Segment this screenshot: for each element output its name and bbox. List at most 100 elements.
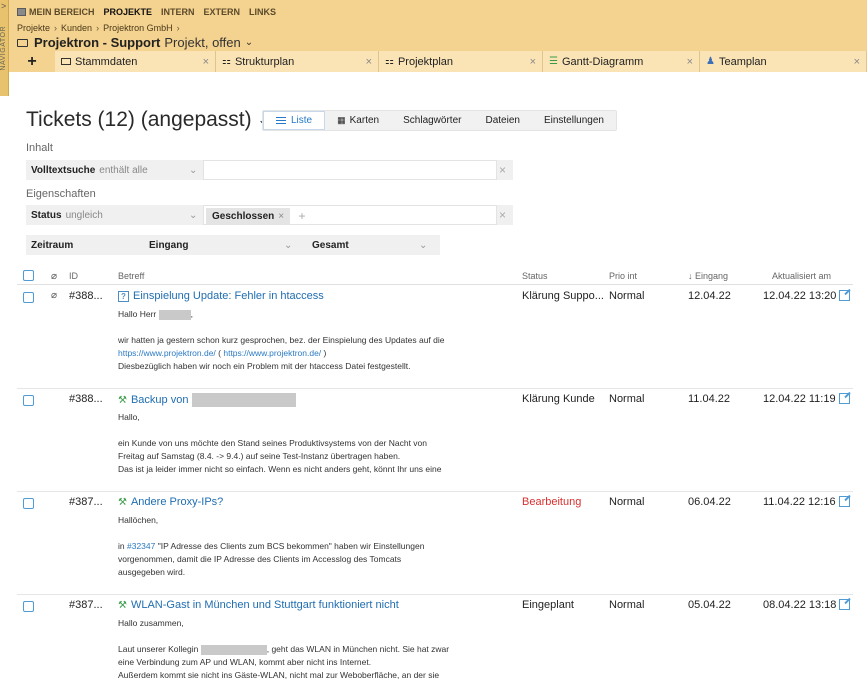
col-status[interactable]: Status — [522, 271, 548, 281]
add-icon[interactable]: + — [296, 209, 308, 223]
table-row[interactable]: ⌀ #388... ? Einspielung Update: Fehler in… — [17, 286, 853, 389]
nav-projekte[interactable]: PROJEKTE — [104, 7, 153, 17]
breadcrumb-separator: › — [96, 23, 100, 33]
ticket-subject[interactable]: ⚒ Backup von — [118, 393, 297, 407]
ticket-link[interactable]: #32347 — [127, 541, 155, 551]
tab-teamplan[interactable]: ♟ Teamplan × — [700, 51, 867, 72]
chevron-down-icon[interactable]: ⌄ — [245, 37, 253, 48]
ticket-eingang: 05.04.22 — [688, 599, 731, 611]
project-name: Projektron - Support — [34, 35, 161, 50]
preview-link[interactable]: https://www.projektron.de/ — [118, 348, 216, 358]
close-icon[interactable]: × — [366, 56, 372, 68]
fulltext-input[interactable] — [203, 160, 497, 180]
view-tab-einstellungen[interactable]: Einstellungen — [532, 111, 616, 130]
col-prio[interactable]: Prio int — [609, 271, 637, 281]
edit-icon[interactable] — [839, 290, 850, 301]
filter-operator[interactable]: enthält alle — [99, 165, 147, 176]
close-icon[interactable]: × — [203, 56, 209, 68]
nav-extern[interactable]: EXTERN — [204, 7, 241, 17]
edit-icon[interactable] — [839, 393, 850, 404]
view-tab-label: Liste — [291, 115, 313, 126]
chevron-down-icon[interactable]: ⌄ — [284, 240, 292, 251]
tab-projektplan[interactable]: ⚏ Projektplan × — [379, 51, 543, 72]
navigator-chevron-icon[interactable]: > — [1, 1, 6, 11]
row-checkbox[interactable] — [23, 498, 34, 509]
ticket-subject[interactable]: ⚒ Andere Proxy-IPs? — [118, 496, 223, 508]
navigator-strip[interactable]: > NAVIGATOR — [0, 0, 9, 96]
ticket-aktualisiert: 08.04.22 13:18 — [763, 599, 837, 611]
col-aktualisiert[interactable]: Aktualisiert am — [772, 271, 831, 281]
table-row[interactable]: #388... ⚒ Backup von Klärung Kunde Normal… — [17, 389, 853, 492]
preview-line: ein Kunde von uns möchte den Stand seine… — [118, 438, 428, 448]
close-icon[interactable]: × — [530, 56, 536, 68]
table-row[interactable]: #387... ⚒ Andere Proxy-IPs? Bearbeitung N… — [17, 492, 853, 595]
preview-line: in #32347 "IP Adresse des Clients zum BC… — [118, 540, 518, 553]
breadcrumb-projekte[interactable]: Projekte — [17, 23, 50, 33]
col-id[interactable]: ID — [69, 271, 78, 281]
status-input[interactable]: Geschlossen × + — [203, 205, 497, 225]
close-icon[interactable]: × — [854, 56, 860, 68]
breadcrumb-projektron[interactable]: Projektron GmbH — [103, 23, 173, 33]
filter-operator[interactable]: ungleich — [66, 210, 103, 221]
filter-name: Status — [31, 209, 62, 221]
preview-line: wir hatten ja gestern schon kurz gesproc… — [118, 335, 445, 345]
row-checkbox[interactable] — [23, 395, 34, 406]
nav-intern[interactable]: INTERN — [161, 7, 195, 17]
select-all-checkbox[interactable] — [23, 270, 34, 281]
page-title[interactable]: Tickets (12) (angepasst) ⌄ — [26, 108, 269, 132]
ticket-status: Bearbeitung — [522, 496, 582, 508]
view-tab-schlagwoerter[interactable]: Schlagwörter — [391, 111, 473, 130]
close-icon[interactable]: × — [278, 211, 284, 222]
col-eingang[interactable]: ↓ Eingang — [688, 271, 728, 281]
zeitraum-field[interactable]: Eingang — [149, 240, 188, 251]
preview-link[interactable]: https://www.projektron.de/ — [223, 348, 321, 358]
view-tab-label: Karten — [349, 115, 380, 126]
chevron-down-icon[interactable]: ⌄ — [419, 240, 427, 251]
chip-label: Geschlossen — [212, 210, 275, 222]
view-tab-liste[interactable]: Liste — [263, 111, 326, 130]
ticket-eingang: 11.04.22 — [688, 393, 731, 405]
section-label-inhalt: Inhalt — [26, 142, 53, 154]
edit-icon[interactable] — [839, 496, 850, 507]
subject-text: Andere Proxy-IPs? — [130, 496, 224, 508]
navigator-label: NAVIGATOR — [0, 26, 7, 71]
fulltext-filter: Volltextsuche enthält alle ⌄ × — [26, 160, 513, 180]
clear-icon[interactable]: × — [499, 163, 506, 177]
tab-bar: + Stammdaten × ⚏ Strukturplan × ⚏ Projektpla… — [9, 51, 867, 72]
ticket-subject[interactable]: ⚒ WLAN-Gast in München und Stuttgart funk… — [118, 599, 399, 611]
tab-gantt[interactable]: ☰ Gantt-Diagramm × — [543, 51, 700, 72]
ticket-preview: Hallo, ein Kunde von uns möchte den Stan… — [118, 411, 518, 476]
ticket-prio: Normal — [609, 290, 645, 302]
preview-greeting: Hallo Herr — [118, 309, 157, 319]
chevron-down-icon[interactable]: ⌄ — [189, 210, 197, 221]
view-tab-karten[interactable]: ▦ Karten — [325, 111, 391, 130]
ticket-preview: Hallöchen, in #32347 "IP Adresse des Cli… — [118, 514, 518, 579]
top-navigation: MEIN BEREICH PROJEKTE INTERN EXTERN LINK… — [17, 7, 276, 17]
zeitraum-range[interactable]: Gesamt — [312, 240, 349, 251]
col-betreff[interactable]: Betreff — [118, 271, 144, 281]
tab-strukturplan[interactable]: ⚏ Strukturplan × — [216, 51, 379, 72]
nav-mein-bereich[interactable]: MEIN BEREICH — [17, 7, 95, 17]
tab-label: Gantt-Diagramm — [561, 55, 644, 68]
row-checkbox[interactable] — [23, 292, 34, 303]
chevron-down-icon[interactable]: ⌄ — [189, 165, 197, 176]
edit-icon[interactable] — [839, 599, 850, 610]
status-chip[interactable]: Geschlossen × — [206, 208, 291, 224]
view-tab-dateien[interactable]: Dateien — [473, 111, 531, 130]
add-tab-button[interactable]: + — [9, 51, 55, 72]
nav-label: MEIN BEREICH — [29, 7, 95, 17]
table-row[interactable]: #387... ⚒ WLAN-Gast in München und Stuttg… — [17, 595, 853, 688]
folder-icon — [61, 58, 71, 65]
preview-greeting: Hallöchen, — [118, 515, 159, 525]
tab-stammdaten[interactable]: Stammdaten × — [55, 51, 216, 72]
preview-line: https://www.projektron.de/ ( https://www… — [118, 348, 327, 358]
ticket-subject[interactable]: ? Einspielung Update: Fehler in htaccess — [118, 290, 324, 302]
clear-icon[interactable]: × — [499, 208, 506, 222]
nav-links[interactable]: LINKS — [249, 7, 276, 17]
project-title[interactable]: Projektron - Support Projekt, offen ⌄ — [17, 35, 253, 50]
close-icon[interactable]: × — [687, 56, 693, 68]
preview-line: ausgegeben wird. — [118, 567, 186, 577]
preview-text: , geht das WLAN in München nicht. Sie ha… — [266, 644, 450, 654]
row-checkbox[interactable] — [23, 601, 34, 612]
breadcrumb-kunden[interactable]: Kunden — [61, 23, 92, 33]
